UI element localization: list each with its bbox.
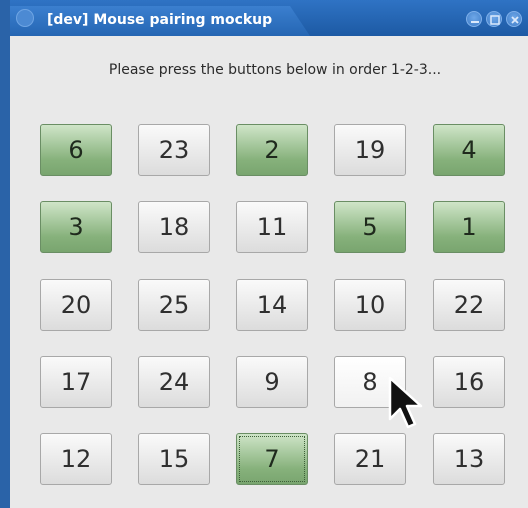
grid-button[interactable]: 2 — [236, 124, 308, 176]
mouse-pointer-icon — [387, 375, 427, 439]
grid-button[interactable]: 21 — [334, 433, 406, 485]
grid-button[interactable]: 16 — [433, 356, 505, 408]
dialog-content: Please press the buttons below in order … — [10, 36, 528, 508]
grid-button[interactable]: 9 — [236, 356, 308, 408]
grid-button[interactable]: 6 — [40, 124, 112, 176]
grid-button[interactable]: 22 — [433, 279, 505, 331]
grid-button[interactable]: 10 — [334, 279, 406, 331]
grid-button[interactable]: 18 — [138, 201, 210, 253]
grid-button[interactable]: 11 — [236, 201, 308, 253]
grid-button[interactable]: 12 — [40, 433, 112, 485]
grid-button[interactable]: 20 — [40, 279, 112, 331]
window-title: [dev] Mouse pairing mockup — [47, 12, 273, 28]
grid-button[interactable]: 23 — [138, 124, 210, 176]
grid-button[interactable]: 17 — [40, 356, 112, 408]
grid-button[interactable]: 24 — [138, 356, 210, 408]
title-bar[interactable]: [dev] Mouse pairing mockup — [10, 0, 528, 36]
grid-button[interactable]: 1 — [433, 201, 505, 253]
grid-button[interactable]: 19 — [334, 124, 406, 176]
grid-button[interactable]: 4 — [433, 124, 505, 176]
grid-button[interactable]: 13 — [433, 433, 505, 485]
app-icon[interactable] — [16, 9, 34, 27]
close-icon[interactable] — [506, 11, 522, 27]
grid-button[interactable]: 3 — [40, 201, 112, 253]
grid-button[interactable]: 5 — [334, 201, 406, 253]
grid-button[interactable]: 25 — [138, 279, 210, 331]
minimize-icon[interactable] — [466, 11, 482, 27]
grid-button[interactable]: 7 — [236, 433, 308, 485]
grid-button[interactable]: 14 — [236, 279, 308, 331]
maximize-icon[interactable] — [486, 11, 502, 27]
instruction-text: Please press the buttons below in order … — [108, 62, 442, 78]
app-window: [dev] Mouse pairing mockup Please press … — [10, 0, 528, 508]
grid-button[interactable]: 15 — [138, 433, 210, 485]
